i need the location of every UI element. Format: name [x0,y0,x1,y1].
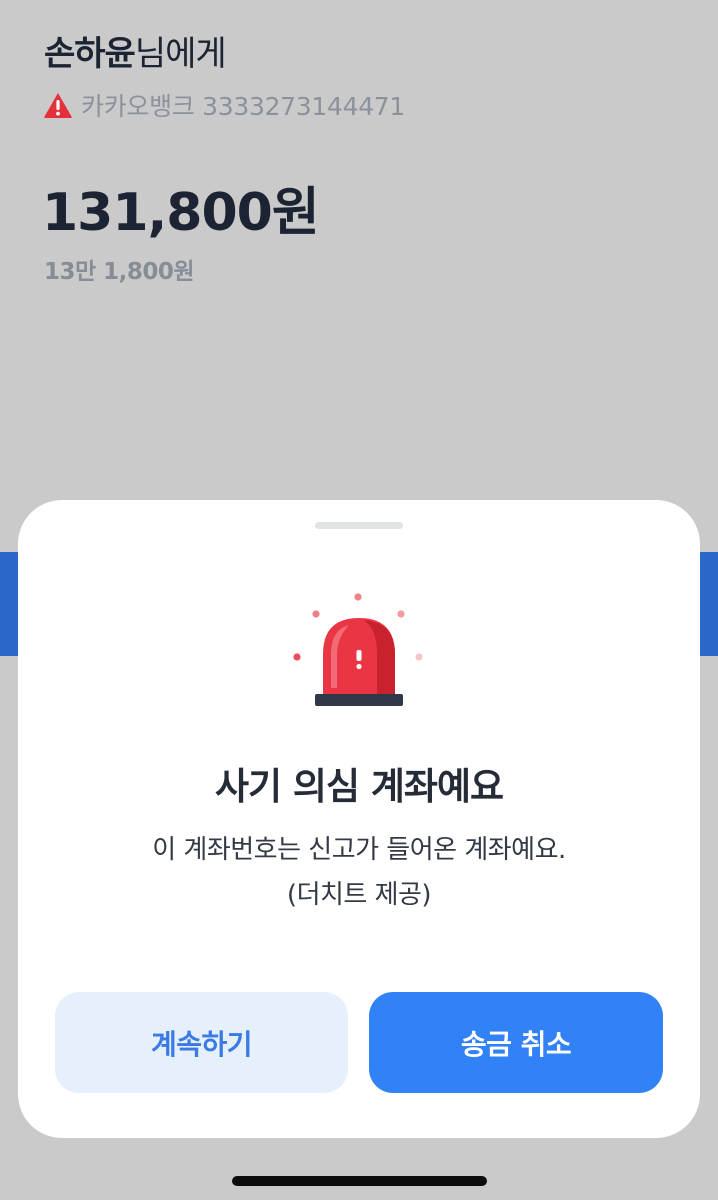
cancel-transfer-button[interactable]: 송금 취소 [369,992,663,1093]
sheet-drag-handle[interactable] [315,522,403,529]
account-row: 카카오뱅크 3333273144471 [43,90,406,121]
transfer-amount-korean: 13만 1,800원 [44,259,195,285]
background-button-edge-left [0,552,18,656]
home-indicator[interactable] [232,1176,487,1186]
recipient-suffix: 님에게 [134,34,227,74]
account-info: 카카오뱅크 3333273144471 [81,92,406,121]
transfer-amount: 131,800원 [42,183,320,243]
alert-description: 이 계좌번호는 신고가 들어온 계좌예요. (더치트 제공) [18,828,700,918]
siren-icon [279,588,439,718]
alert-description-line-1: 이 계좌번호는 신고가 들어온 계좌예요. [152,835,566,865]
continue-button[interactable]: 계속하기 [55,992,348,1093]
recipient-heading: 손하윤님에게 [44,26,227,75]
recipient-name: 손하윤 [44,34,136,74]
background-button-edge-right [700,552,718,656]
fraud-alert-sheet: 사기 의심 계좌예요 이 계좌번호는 신고가 들어온 계좌예요. (더치트 제공… [18,500,700,1138]
warning-triangle-icon [43,91,73,119]
alert-description-line-2: (더치트 제공) [286,880,432,910]
alert-title: 사기 의심 계좌예요 [214,765,504,808]
